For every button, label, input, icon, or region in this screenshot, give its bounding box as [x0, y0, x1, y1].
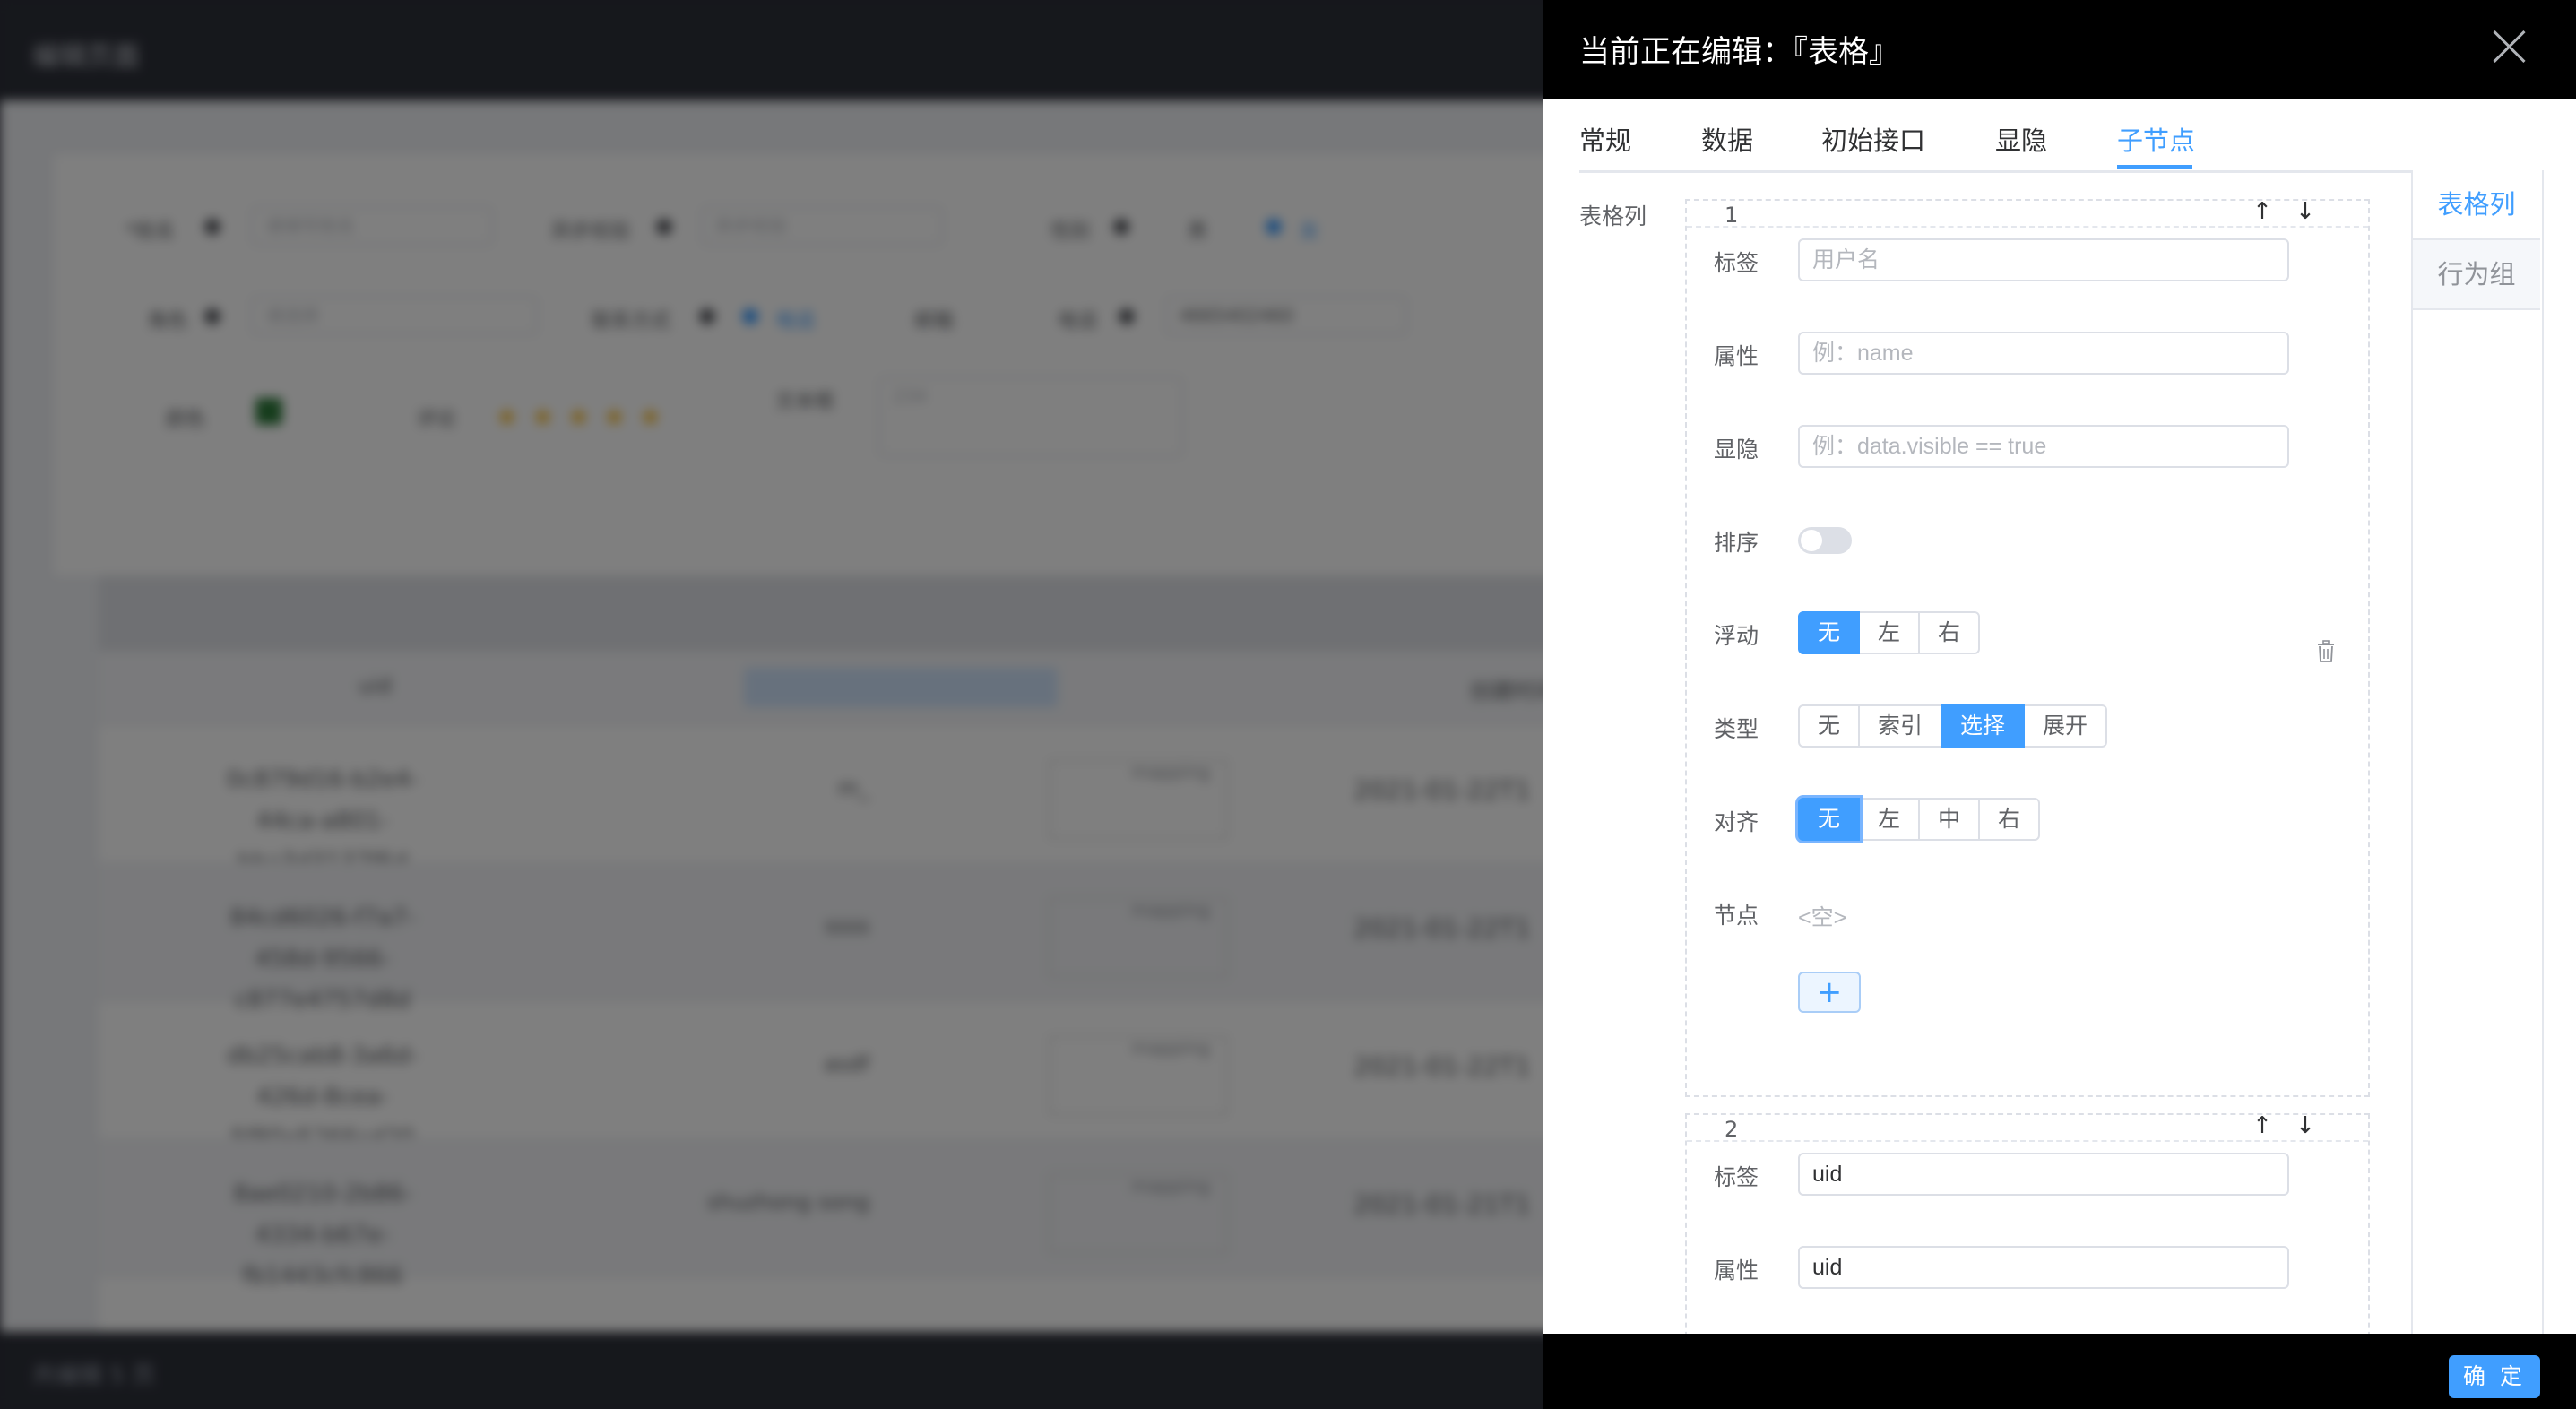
tab-active-indicator: [2117, 165, 2192, 169]
move-down-icon[interactable]: ↓: [2287, 194, 2323, 229]
drawer-tabs: 常规 数据 初始接口 显隐 子节点: [1579, 99, 2540, 173]
property-input[interactable]: [1798, 1246, 2289, 1289]
tab-children[interactable]: 子节点: [2117, 120, 2195, 158]
switch-knob: [1801, 530, 1822, 551]
drawer-header: 当前正在编辑：『表格』: [1543, 0, 2576, 99]
tab-visibility[interactable]: 显隐: [1995, 120, 2047, 158]
tab-data[interactable]: 数据: [1701, 120, 1753, 158]
type-option-index[interactable]: 索引: [1858, 704, 1943, 748]
side-tabs: 表格列 行为组: [2411, 170, 2544, 1336]
field-label: 标签: [1714, 1164, 1759, 1190]
edit-drawer: 当前正在编辑：『表格』 常规 数据 初始接口 显隐 子节点 表格列 表格列 行为…: [1543, 0, 2576, 1409]
card-index: 1: [1725, 203, 1739, 228]
field-label: 节点: [1714, 903, 1759, 929]
trash-icon[interactable]: [2316, 640, 2336, 663]
move-up-icon[interactable]: ↑: [2244, 194, 2280, 229]
side-tab-table-columns[interactable]: 表格列: [2413, 170, 2540, 238]
visibility-input[interactable]: [1798, 425, 2289, 468]
label-input[interactable]: [1798, 238, 2289, 281]
field-label: 显隐: [1714, 437, 1759, 462]
align-radio-group: 无 左 中 右: [1798, 798, 2041, 841]
align-option-center[interactable]: 中: [1918, 798, 1981, 841]
column-card: 2 ↑ ↓ 标签 属性: [1685, 1112, 2370, 1346]
type-option-none[interactable]: 无: [1798, 704, 1861, 748]
move-up-icon[interactable]: ↑: [2244, 1108, 2280, 1144]
drawer-title: 当前正在编辑：『表格』: [1579, 34, 1899, 70]
float-option-right[interactable]: 右: [1918, 611, 1981, 654]
confirm-button[interactable]: 确 定: [2449, 1355, 2540, 1398]
align-option-left[interactable]: 左: [1858, 798, 1921, 841]
tab-init-api[interactable]: 初始接口: [1821, 120, 1925, 158]
type-radio-group: 无 索引 选择 展开: [1798, 704, 2108, 748]
move-down-icon[interactable]: ↓: [2287, 1108, 2323, 1144]
label-input[interactable]: [1798, 1153, 2289, 1196]
add-node-button[interactable]: +: [1798, 972, 1861, 1013]
float-option-none[interactable]: 无: [1798, 611, 1861, 654]
section-label: 表格列: [1579, 203, 1647, 229]
align-option-none[interactable]: 无: [1798, 798, 1861, 841]
type-option-selection[interactable]: 选择: [1941, 704, 2026, 748]
close-icon[interactable]: [2490, 27, 2529, 66]
field-label: 浮动: [1714, 623, 1759, 649]
field-label: 标签: [1714, 250, 1759, 276]
field-label: 属性: [1714, 343, 1759, 369]
field-label: 排序: [1714, 530, 1759, 556]
field-label: 类型: [1714, 716, 1759, 742]
side-tab-action-groups[interactable]: 行为组: [2413, 238, 2540, 310]
align-option-right[interactable]: 右: [1978, 798, 2041, 841]
type-option-expand[interactable]: 展开: [2023, 704, 2108, 748]
empty-node-text: <空>: [1798, 905, 1847, 930]
property-input[interactable]: [1798, 332, 2289, 375]
float-option-left[interactable]: 左: [1858, 611, 1921, 654]
sort-switch[interactable]: [1798, 527, 1852, 554]
tab-general[interactable]: 常规: [1579, 120, 1631, 158]
field-label: 属性: [1714, 1258, 1759, 1284]
drawer-footer: 确 定: [1543, 1334, 2576, 1409]
float-radio-group: 无 左 右: [1798, 611, 1981, 654]
column-card: 1 ↑ ↓ 标签 属性 显隐 排序 浮动 无 左 右 类型 无 索引 选择 展开: [1685, 198, 2370, 1097]
card-index: 2: [1725, 1117, 1739, 1142]
field-label: 对齐: [1714, 809, 1759, 835]
